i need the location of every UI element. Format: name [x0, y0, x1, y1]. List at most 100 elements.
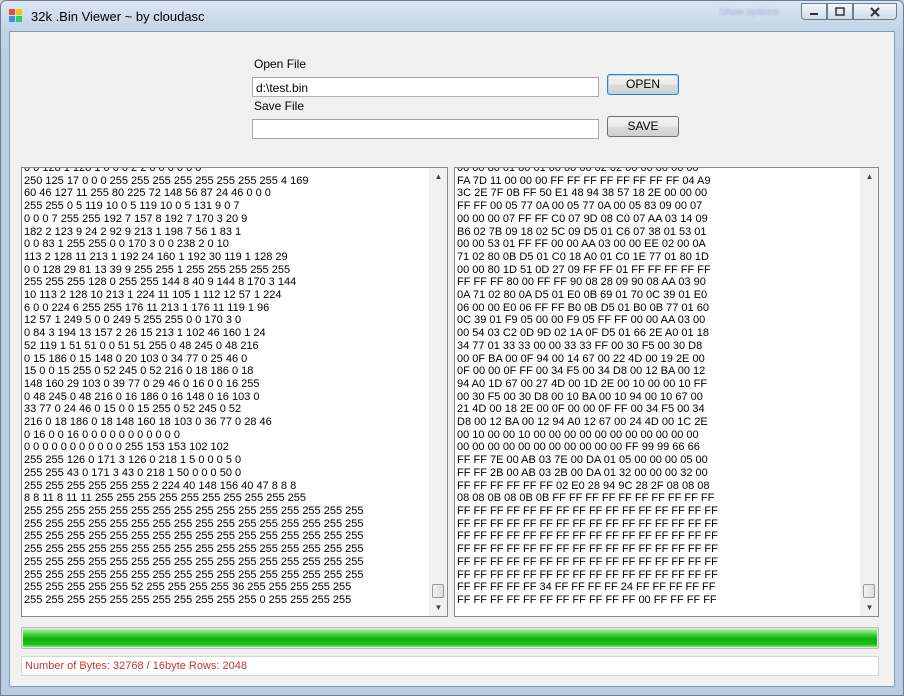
list-item[interactable]: 250 125 17 0 0 0 255 255 255 255 255 255…	[24, 175, 427, 188]
list-item[interactable]: 255 255 255 255 255 52 255 255 255 255 3…	[24, 581, 427, 594]
list-item[interactable]: 255 255 255 255 255 255 255 255 255 255 …	[24, 569, 427, 582]
scroll-up-arrow-icon[interactable]: ▲	[430, 168, 447, 185]
background-window-text: Show options	[719, 7, 780, 18]
title-bar[interactable]: 32k .Bin Viewer ~ by cloudasc Show optio…	[1, 1, 903, 31]
list-item[interactable]: 71 02 80 0B D5 01 C0 18 A0 01 C0 1E 77 0…	[457, 251, 858, 264]
open-file-input[interactable]: d:\test.bin	[252, 77, 599, 97]
client-area: Open File d:\test.bin OPEN Save File SAV…	[9, 31, 895, 687]
list-item[interactable]: 12 57 1 249 5 0 0 249 5 255 255 0 0 170 …	[24, 314, 427, 327]
list-item[interactable]: 255 255 126 0 171 3 126 0 218 1 5 0 0 0 …	[24, 454, 427, 467]
list-item[interactable]: 0A 71 02 80 0A D5 01 E0 0B 69 01 70 0C 3…	[457, 289, 858, 302]
list-item[interactable]: 113 2 128 11 213 1 192 24 160 1 192 30 1…	[24, 251, 427, 264]
maximize-icon	[835, 7, 845, 16]
list-item[interactable]: 255 255 255 255 255 255 255 255 255 255 …	[24, 556, 427, 569]
list-item[interactable]: 3C 2E 7F 0B FF 50 E1 48 94 38 57 18 2E 0…	[457, 187, 858, 200]
list-item[interactable]: 0 0 0 7 255 255 192 7 157 8 192 7 170 3 …	[24, 213, 427, 226]
list-item[interactable]: FF FF 00 05 77 0A 00 05 77 0A 00 05 83 0…	[457, 200, 858, 213]
list-item[interactable]: FF FF FF FF FF FF FF FF FF FF FF FF FF F…	[457, 518, 858, 531]
scroll-down-arrow-icon[interactable]: ▼	[861, 599, 878, 616]
list-item[interactable]: FF FF FF FF FF FF FF FF FF FF FF FF FF F…	[457, 543, 858, 556]
list-item[interactable]: 0F 00 00 0F FF 00 34 F5 00 34 D8 00 12 B…	[457, 365, 858, 378]
list-item[interactable]: 255 255 255 255 255 255 255 255 255 255 …	[24, 530, 427, 543]
list-item[interactable]: 0 0 128 29 81 13 39 9 255 255 1 255 255 …	[24, 264, 427, 277]
close-button[interactable]	[853, 3, 897, 20]
list-item[interactable]: FF FF FF FF FF FF FF FF FF FF FF FF FF F…	[457, 505, 858, 518]
list-item[interactable]: 0 16 0 0 16 0 0 0 0 0 0 0 0 0 0 0	[24, 429, 427, 442]
list-item[interactable]: 00 30 F5 00 30 D8 00 10 BA 00 10 94 00 1…	[457, 391, 858, 404]
list-item[interactable]: FF FF FF FF FF FF FF FF FF FF FF 00 FF F…	[457, 594, 858, 607]
list-item[interactable]: D8 00 12 BA 00 12 94 A0 12 67 00 24 4D 0…	[457, 416, 858, 429]
list-item[interactable]: 94 A0 1D 67 00 27 4D 00 1D 2E 00 10 00 0…	[457, 378, 858, 391]
list-item[interactable]: 255 255 255 255 255 255 255 255 255 255 …	[24, 543, 427, 556]
list-item[interactable]: 06 00 00 E0 06 FF FF B0 0B D5 01 B0 0B 7…	[457, 302, 858, 315]
list-item[interactable]: 21 4D 00 18 2E 00 0F 00 00 0F FF 00 34 F…	[457, 403, 858, 416]
list-item[interactable]: 0 0 0 0 0 0 0 0 0 0 0 255 153 153 102 10…	[24, 441, 427, 454]
list-item[interactable]: 00 54 03 C2 0D 9D 02 1A 0F D5 01 66 2E A…	[457, 327, 858, 340]
list-item[interactable]: 52 119 1 51 51 0 0 51 51 255 0 48 245 0 …	[24, 340, 427, 353]
list-item[interactable]: 00 00 80 1D 51 0D 27 09 FF FF 01 FF FF F…	[457, 264, 858, 277]
scroll-thumb[interactable]	[432, 584, 444, 598]
list-item[interactable]: 00 10 00 00 10 00 00 00 00 00 00 00 00 0…	[457, 429, 858, 442]
scroll-up-arrow-icon[interactable]: ▲	[861, 168, 878, 185]
list-item[interactable]: FF FF FF FF FF 34 FF FF FF FF 24 FF FF F…	[457, 581, 858, 594]
list-item[interactable]: 0C 39 01 F9 05 00 00 F9 05 FF FF 00 00 A…	[457, 314, 858, 327]
save-button[interactable]: SAVE	[607, 116, 679, 137]
decimal-scrollbar[interactable]: ▲ ▼	[429, 168, 447, 616]
list-item[interactable]: 255 255 255 255 255 255 255 255 255 255 …	[24, 594, 427, 607]
scroll-thumb[interactable]	[863, 584, 875, 598]
app-window: 32k .Bin Viewer ~ by cloudasc Show optio…	[0, 0, 904, 696]
list-item[interactable]: 255 255 255 255 255 255 255 255 255 255 …	[24, 505, 427, 518]
list-item[interactable]: 00 00 80 01 80 01 00 00 00 02 02 00 00 0…	[457, 168, 858, 175]
save-file-label: Save File	[254, 99, 305, 113]
list-item[interactable]: FA 7D 11 00 00 00 FF FF FF FF FF FF FF F…	[457, 175, 858, 188]
minimize-button[interactable]	[801, 3, 827, 20]
save-file-input[interactable]	[252, 119, 599, 139]
list-item[interactable]: 60 46 127 11 255 80 225 72 148 56 87 24 …	[24, 187, 427, 200]
list-item[interactable]: FF FF FF FF FF FF FF FF FF FF FF FF FF F…	[457, 569, 858, 582]
list-item[interactable]: B6 02 7B 09 18 02 5C 09 D5 01 C6 07 38 0…	[457, 226, 858, 239]
list-item[interactable]: 0 15 186 0 15 148 0 20 103 0 34 77 0 25 …	[24, 353, 427, 366]
open-button[interactable]: OPEN	[607, 74, 679, 95]
list-item[interactable]: 0 84 3 194 13 157 2 26 15 213 1 102 46 1…	[24, 327, 427, 340]
list-item[interactable]: 00 00 00 00 00 00 00 00 00 00 00 FF 99 9…	[457, 441, 858, 454]
hex-scrollbar[interactable]: ▲ ▼	[860, 168, 878, 616]
status-bar: Number of Bytes: 32768 / 16byte Rows: 20…	[21, 656, 879, 676]
list-item[interactable]: 255 255 43 0 171 3 43 0 218 1 50 0 0 0 5…	[24, 467, 427, 480]
list-item[interactable]: 00 0F BA 00 0F 94 00 14 67 00 22 4D 00 1…	[457, 353, 858, 366]
list-item[interactable]: 00 00 53 01 FF FF 00 00 AA 03 00 00 EE 0…	[457, 238, 858, 251]
list-item[interactable]: 8 8 11 8 11 11 255 255 255 255 255 255 2…	[24, 492, 427, 505]
list-item[interactable]: 148 160 29 103 0 39 77 0 29 46 0 16 0 0 …	[24, 378, 427, 391]
list-item[interactable]: FF FF 7E 00 AB 03 7E 00 DA 01 05 00 00 0…	[457, 454, 858, 467]
list-item[interactable]: 182 2 123 9 24 2 92 9 213 1 198 7 56 1 8…	[24, 226, 427, 239]
list-item[interactable]: 255 255 255 128 0 255 255 144 8 40 9 144…	[24, 276, 427, 289]
list-item[interactable]: FF FF FF 80 00 FF FF 90 08 28 09 90 08 A…	[457, 276, 858, 289]
list-item[interactable]: 34 77 01 33 33 00 00 33 33 FF 00 30 F5 0…	[457, 340, 858, 353]
list-item[interactable]: 10 113 2 128 10 213 1 224 11 105 1 112 1…	[24, 289, 427, 302]
list-item[interactable]: 216 0 18 186 0 18 148 160 18 103 0 36 77…	[24, 416, 427, 429]
list-item[interactable]: 255 255 255 255 255 255 255 255 255 255 …	[24, 518, 427, 531]
list-item[interactable]: FF FF FF FF FF FF 02 E0 28 94 9C 28 2F 0…	[457, 480, 858, 493]
list-item[interactable]: 6 0 0 224 6 255 255 176 11 213 1 176 11 …	[24, 302, 427, 315]
list-item[interactable]: 15 0 0 15 255 0 52 245 0 52 216 0 18 186…	[24, 365, 427, 378]
list-item[interactable]: 08 08 0B 08 0B 0B FF FF FF FF FF FF FF F…	[457, 492, 858, 505]
list-item[interactable]: 255 255 255 255 255 255 2 224 40 148 156…	[24, 480, 427, 493]
window-title: 32k .Bin Viewer ~ by cloudasc	[31, 9, 205, 24]
app-icon	[9, 9, 23, 23]
list-item[interactable]: 0 0 128 1 128 1 0 0 0 2 2 0 0 0 0 0 0	[24, 168, 427, 175]
decimal-listbox[interactable]: 0 0 128 1 128 1 0 0 0 2 2 0 0 0 0 0 0 250…	[21, 167, 448, 617]
list-item[interactable]: 00 00 00 07 FF FF C0 07 9D 08 C0 07 AA 0…	[457, 213, 858, 226]
progress-fill	[23, 629, 877, 647]
list-item[interactable]: FF FF FF FF FF FF FF FF FF FF FF FF FF F…	[457, 556, 858, 569]
list-item[interactable]: 33 77 0 24 46 0 15 0 0 15 255 0 52 245 0…	[24, 403, 427, 416]
list-item[interactable]: FF FF 2B 00 AB 03 2B 00 DA 01 32 00 00 0…	[457, 467, 858, 480]
list-item[interactable]: 255 255 0 5 119 10 0 5 119 10 0 5 131 9 …	[24, 200, 427, 213]
list-item[interactable]: 0 48 245 0 48 216 0 16 186 0 16 148 0 16…	[24, 391, 427, 404]
decimal-lines: 0 0 128 1 128 1 0 0 0 2 2 0 0 0 0 0 0 250…	[24, 168, 427, 607]
minimize-icon	[810, 12, 818, 15]
hex-listbox[interactable]: 00 00 80 01 80 01 00 00 00 02 02 00 00 0…	[454, 167, 879, 617]
scroll-down-arrow-icon[interactable]: ▼	[430, 599, 447, 616]
list-item[interactable]: FF FF FF FF FF FF FF FF FF FF FF FF FF F…	[457, 530, 858, 543]
hex-lines: 00 00 80 01 80 01 00 00 00 02 02 00 00 0…	[457, 168, 858, 607]
maximize-button[interactable]	[827, 3, 853, 20]
list-item[interactable]: 0 0 83 1 255 255 0 0 170 3 0 0 238 2 0 1…	[24, 238, 427, 251]
